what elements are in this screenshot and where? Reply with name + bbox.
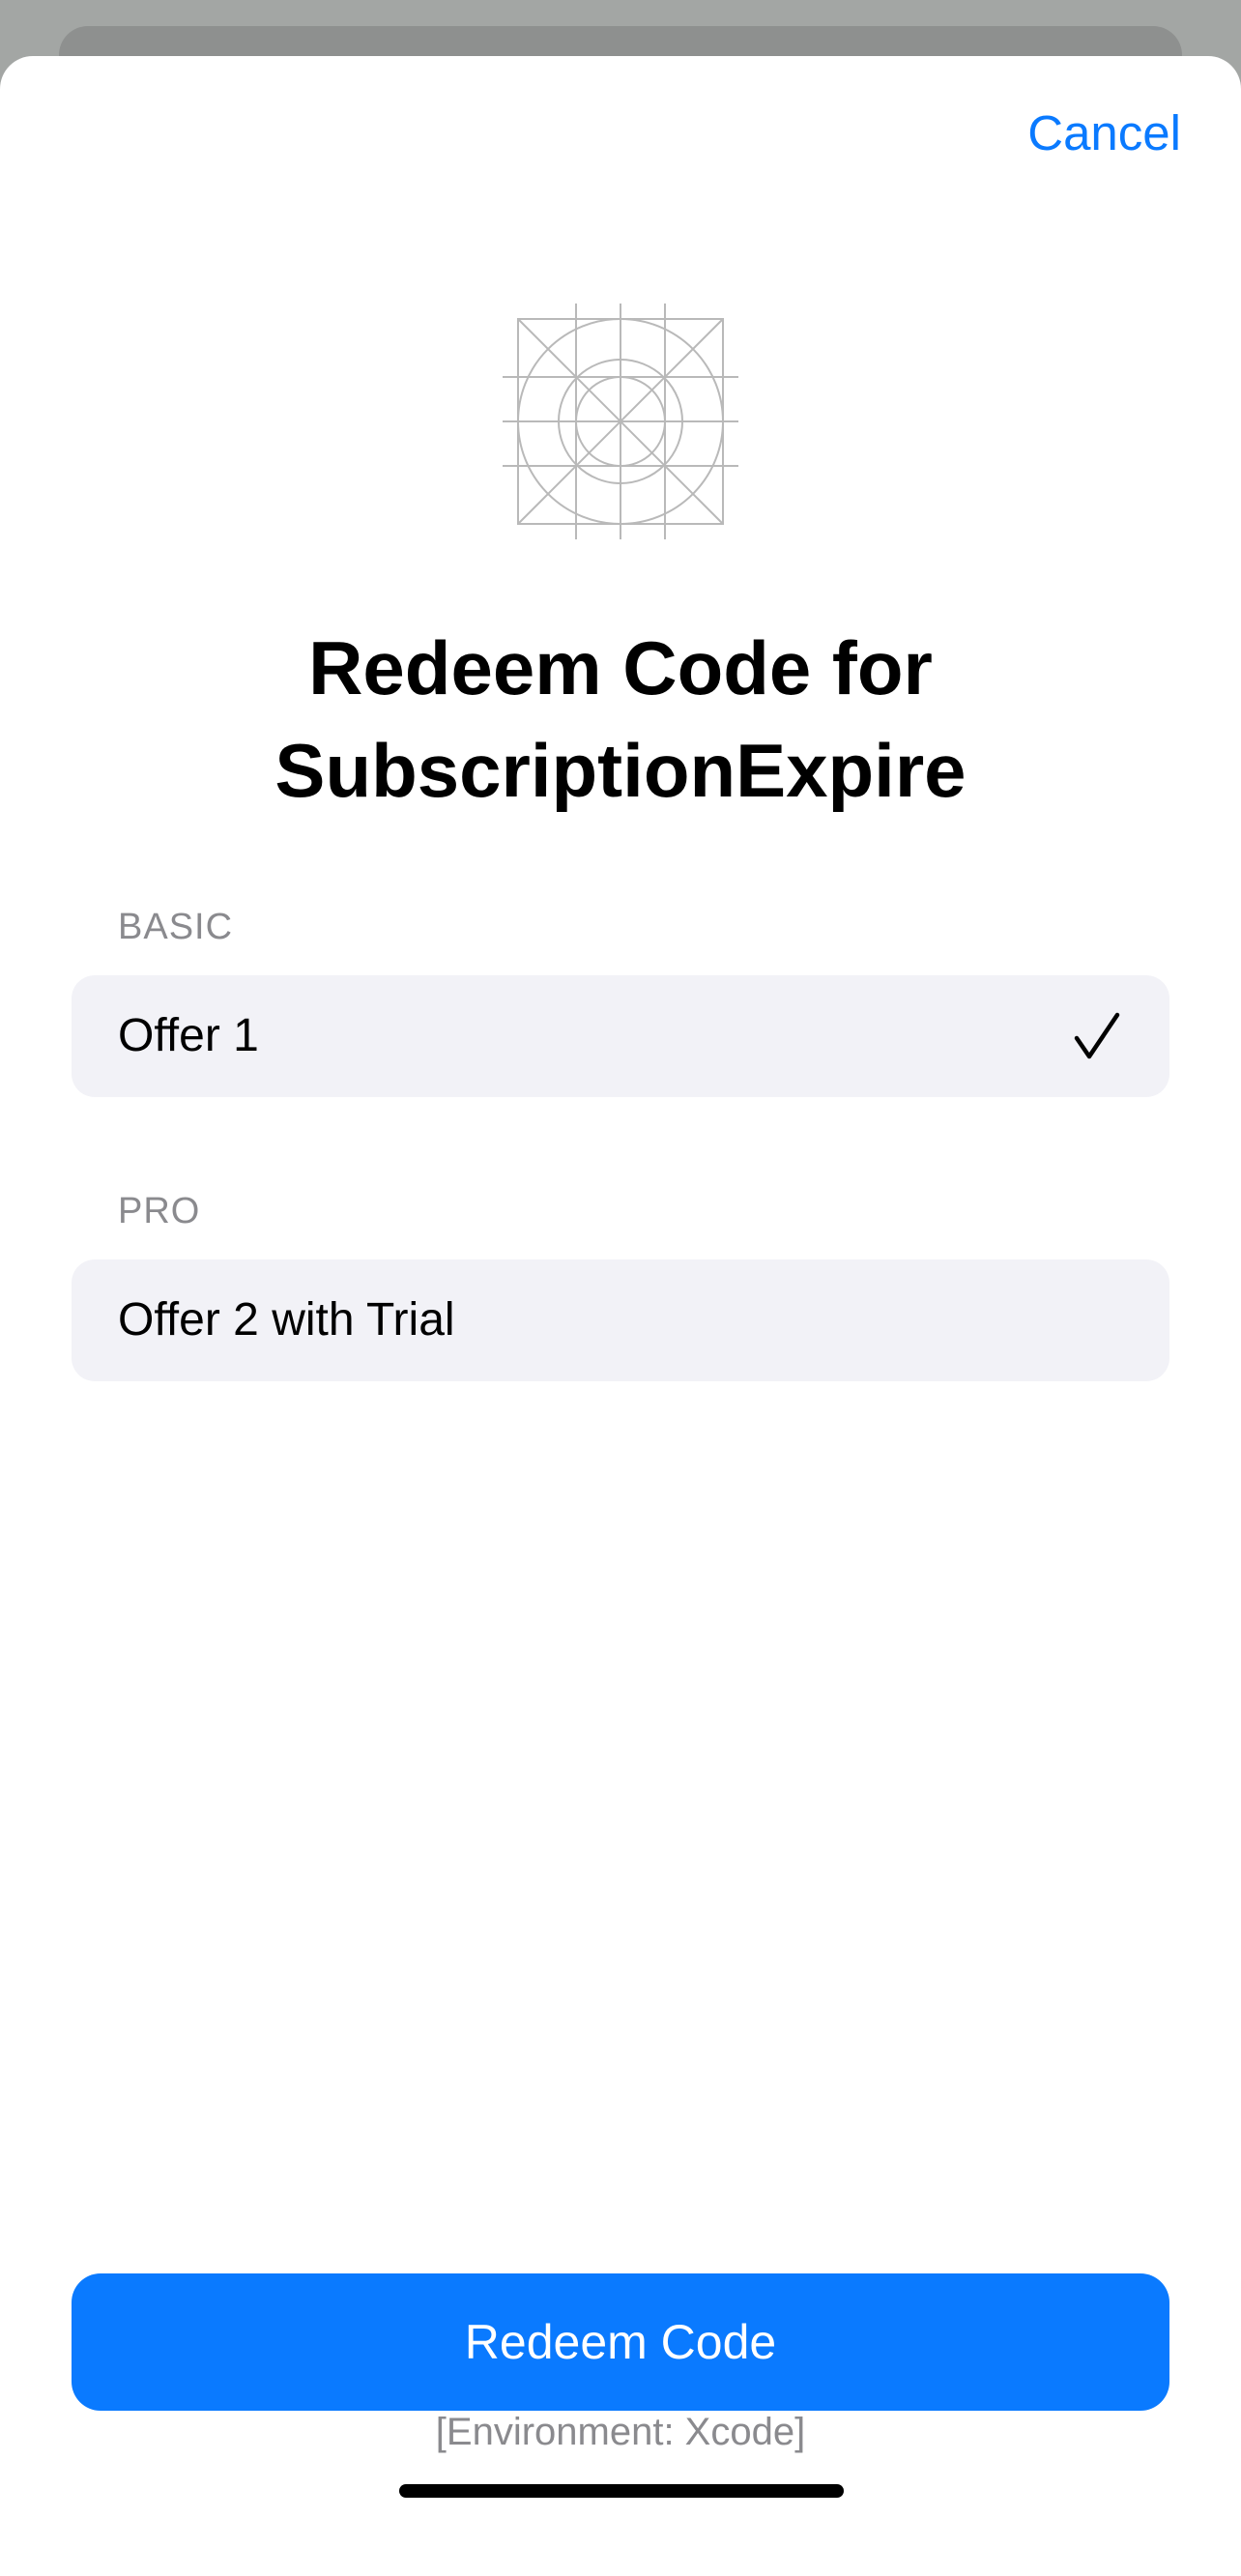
section-header-pro: PRO bbox=[118, 1191, 201, 1231]
checkmark-icon bbox=[1073, 1011, 1121, 1061]
redeem-code-button[interactable]: Redeem Code bbox=[72, 2273, 1169, 2411]
offer-label: Offer 2 with Trial bbox=[118, 1294, 455, 1346]
app-icon-placeholder bbox=[503, 304, 738, 539]
offer-row-offer-1[interactable]: Offer 1 bbox=[72, 975, 1169, 1097]
offer-row-offer-2[interactable]: Offer 2 with Trial bbox=[72, 1259, 1169, 1381]
redeem-code-button-label: Redeem Code bbox=[464, 2315, 777, 2369]
title-line-1: Redeem Code for bbox=[308, 625, 933, 710]
section-header-basic: BASIC bbox=[118, 907, 234, 947]
offer-label: Offer 1 bbox=[118, 1010, 259, 1061]
redeem-code-sheet: Cancel Redeem Code for SubscriptionExpir… bbox=[0, 56, 1241, 2576]
cancel-button[interactable]: Cancel bbox=[1027, 104, 1181, 161]
home-indicator bbox=[399, 2484, 844, 2498]
title-line-2: SubscriptionExpire bbox=[274, 728, 967, 813]
environment-label: [Environment: Xcode] bbox=[435, 2411, 806, 2453]
page-title: Redeem Code for SubscriptionExpire bbox=[0, 617, 1241, 822]
